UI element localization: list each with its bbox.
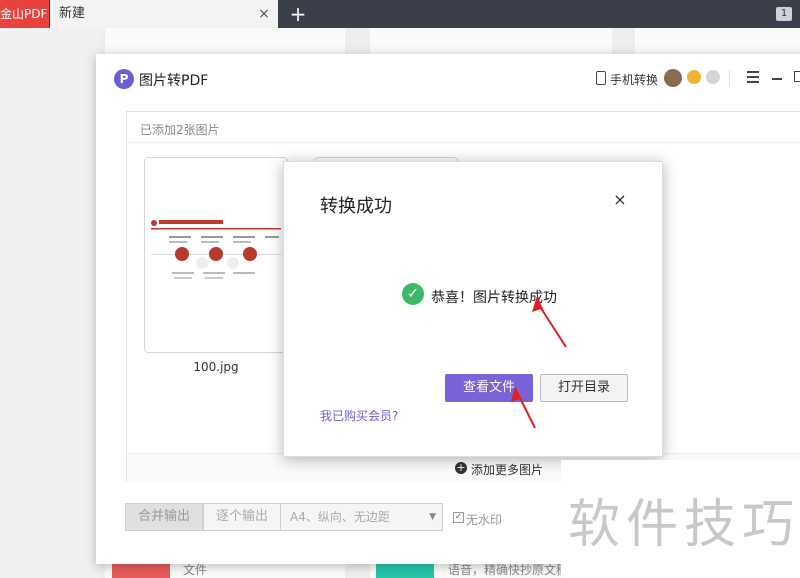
new-tab-icon[interactable]: + xyxy=(287,2,309,26)
maximize-icon[interactable] xyxy=(794,71,800,82)
success-check-icon: ✓ xyxy=(402,283,424,305)
minimize-icon[interactable] xyxy=(772,78,782,80)
app-logo-icon: P xyxy=(114,69,134,89)
open-folder-button[interactable]: 打开目录 xyxy=(540,374,628,402)
page-setting-select[interactable]: A4、纵向、无边距 ▼ xyxy=(280,503,443,531)
menu-icon[interactable] xyxy=(747,71,759,83)
thumbnail-preview xyxy=(145,214,287,294)
view-file-button[interactable]: 查看文件 xyxy=(445,374,533,402)
page-setting-value: A4、纵向、无边距 xyxy=(290,510,390,524)
vip-crown-icon[interactable] xyxy=(687,70,701,84)
divider xyxy=(729,70,730,86)
image-thumbnail[interactable] xyxy=(144,157,288,353)
close-tab-icon[interactable]: × xyxy=(256,6,272,22)
tab-bar: 金山PDF 新建 × + 1 xyxy=(0,0,800,28)
divider xyxy=(127,142,800,143)
no-watermark-label: 无水印 xyxy=(466,513,503,527)
chevron-down-icon: ▼ xyxy=(429,512,436,522)
tab-new-label: 新建 xyxy=(59,6,86,21)
svip-badge-icon[interactable] xyxy=(706,70,720,84)
no-watermark-checkbox[interactable]: ✓ xyxy=(453,512,464,523)
avatar[interactable] xyxy=(664,69,682,87)
added-count-label: 已添加2张图片 xyxy=(140,123,220,137)
individual-output-button[interactable]: 逐个输出 xyxy=(203,503,282,531)
output-mode-toggle: 合并输出 逐个输出 xyxy=(125,503,282,531)
phone-icon[interactable] xyxy=(596,71,606,85)
tab-new[interactable]: 新建 xyxy=(50,0,278,28)
dialog-title: 转换成功 xyxy=(320,196,392,217)
close-icon[interactable]: × xyxy=(612,192,628,208)
tab-app-label: 金山PDF xyxy=(0,7,48,21)
tab-app-pdf[interactable]: 金山PDF xyxy=(0,0,49,28)
merge-output-button[interactable]: 合并输出 xyxy=(125,503,204,531)
conversion-success-dialog: 转换成功 × ✓ 恭喜！图片转换成功 查看文件 打开目录 我已购买会员? xyxy=(283,161,663,457)
phone-convert-button[interactable]: 手机转换 xyxy=(610,71,658,88)
success-message: 恭喜！图片转换成功 xyxy=(431,290,557,306)
already-member-link[interactable]: 我已购买会员? xyxy=(320,407,398,424)
window-title: 图片转PDF xyxy=(139,73,209,89)
background-sidebar xyxy=(0,28,100,578)
add-circle-icon: + xyxy=(455,461,467,474)
tab-count-badge[interactable]: 1 xyxy=(776,7,792,21)
thumbnail-filename: 100.jpg xyxy=(193,360,239,374)
add-more-images-button[interactable]: 添加更多图片 xyxy=(471,461,543,478)
watermark-text: 软件技巧 xyxy=(568,495,800,555)
